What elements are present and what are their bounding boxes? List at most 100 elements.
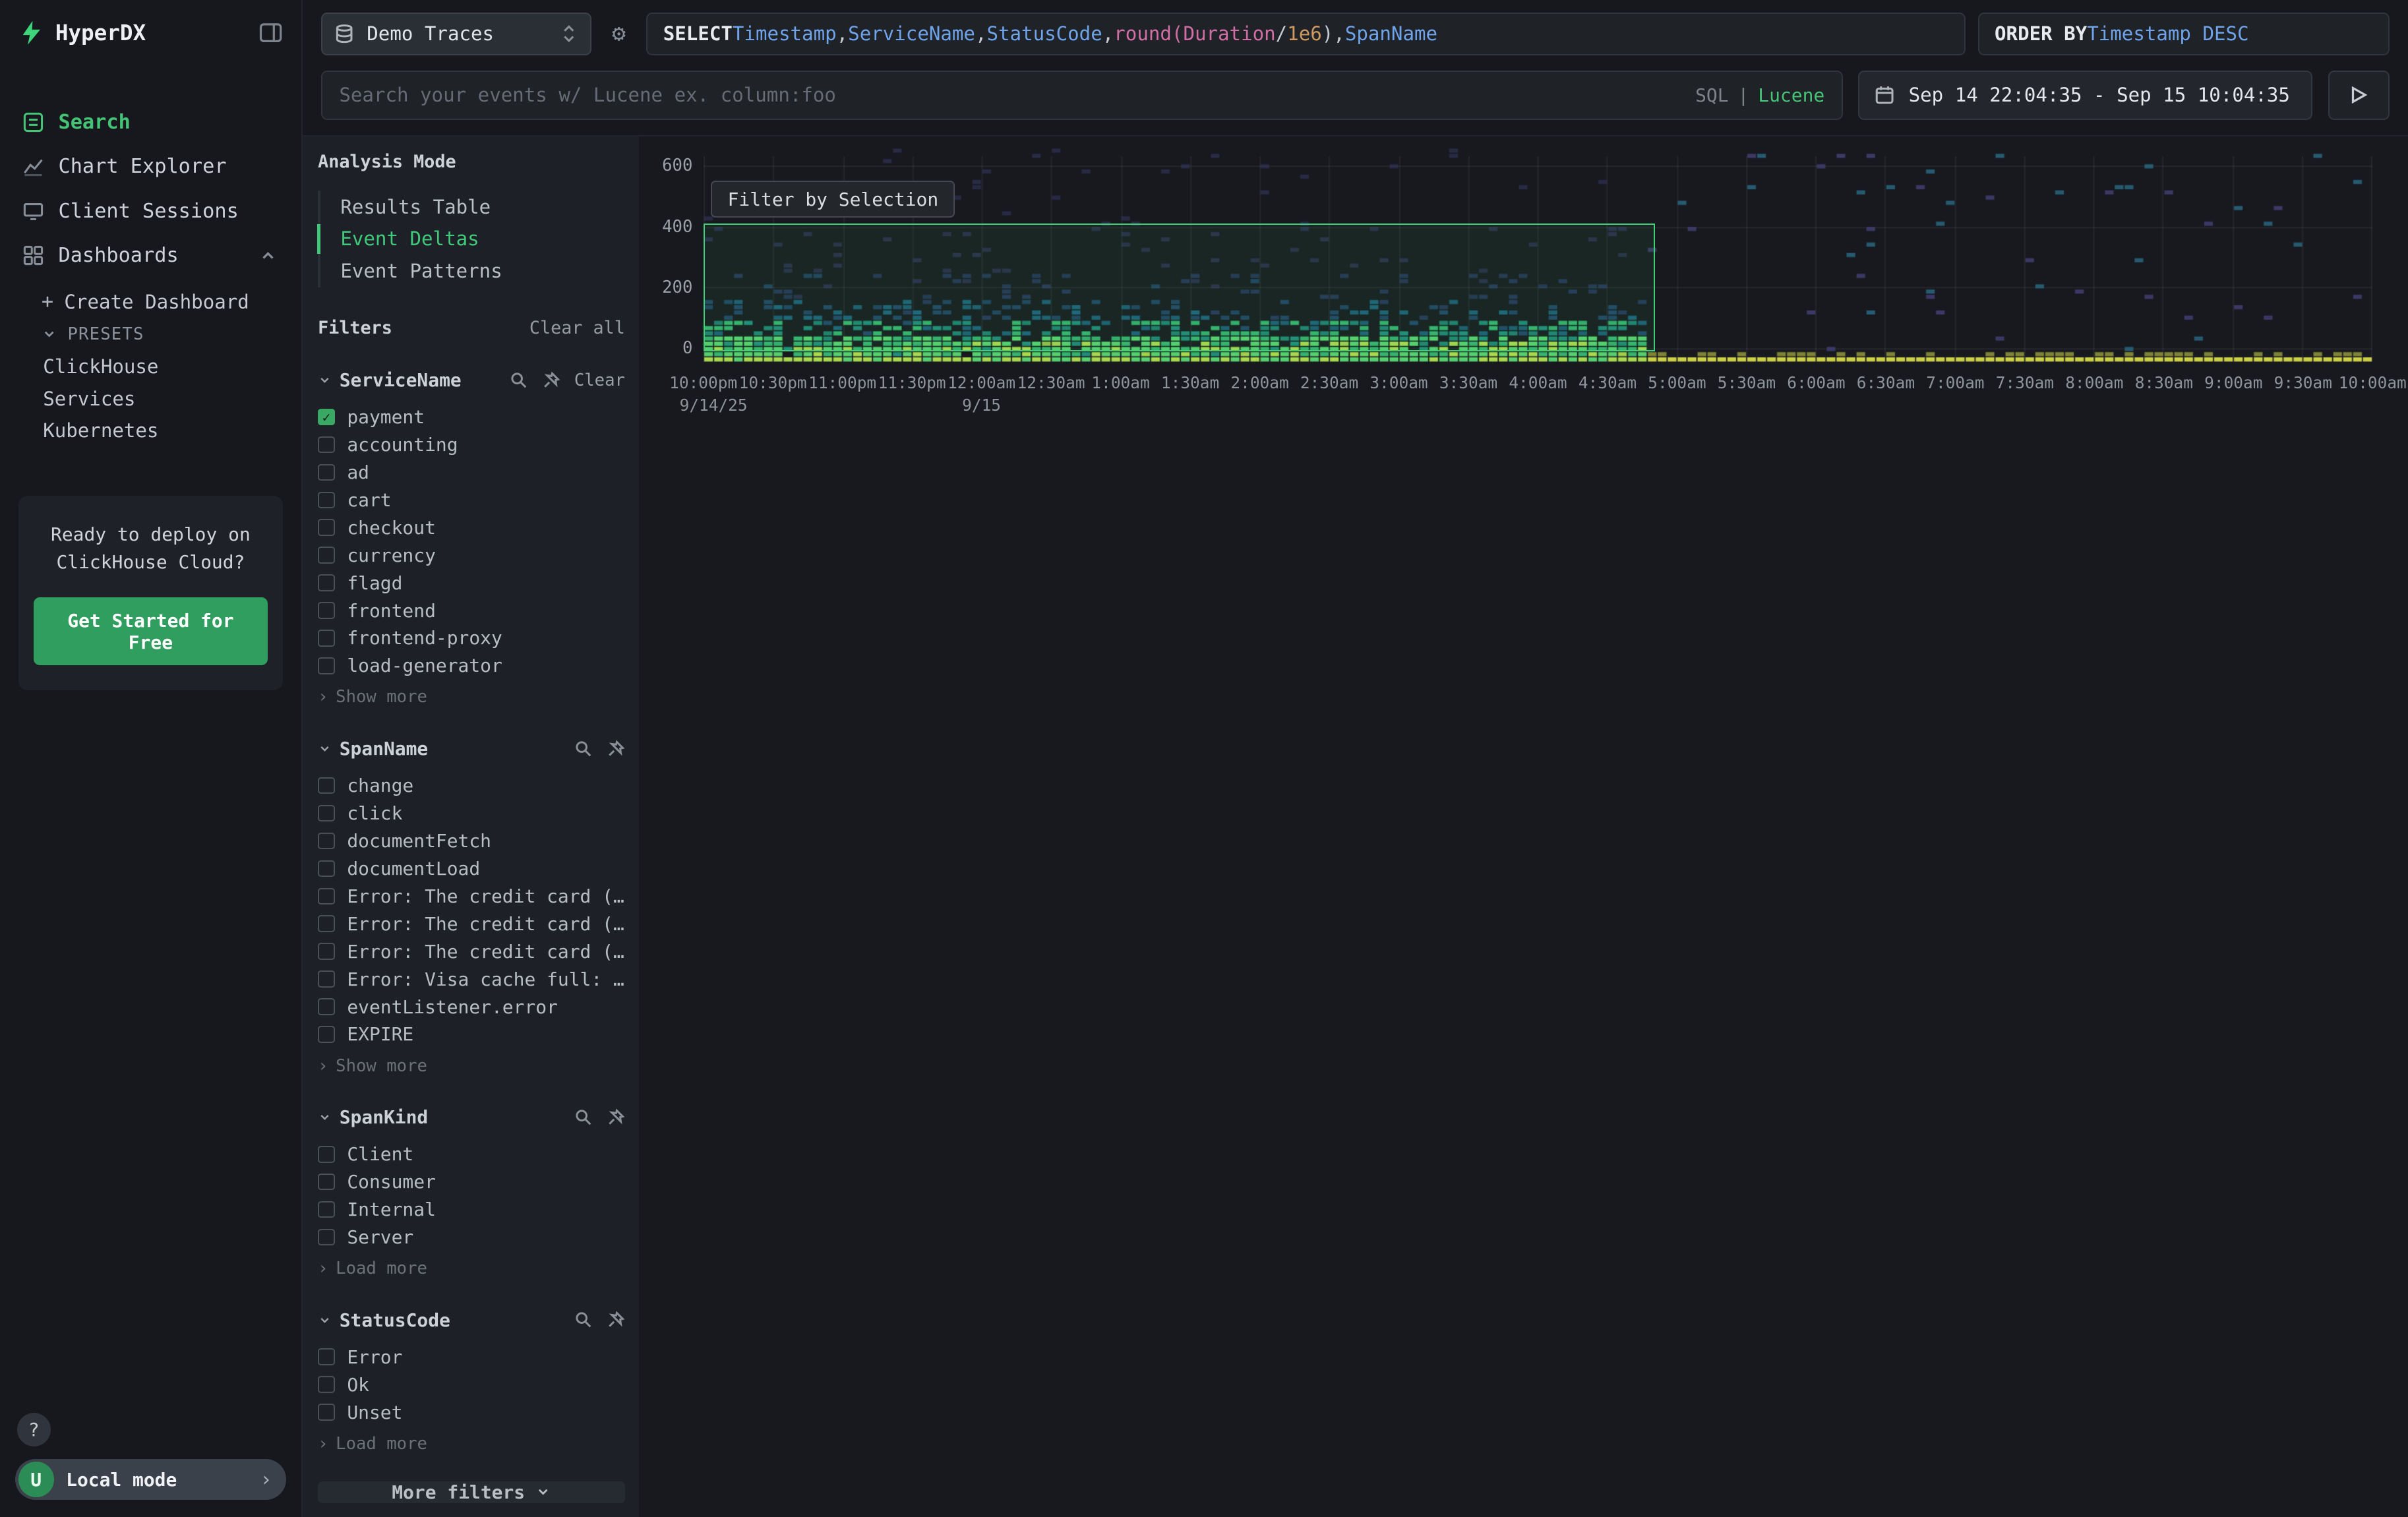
source-select[interactable]: Demo Traces (321, 13, 591, 55)
facet-search-icon[interactable] (574, 740, 593, 758)
source-settings-gear-icon[interactable]: ⚙ (603, 22, 634, 45)
facet-option[interactable]: change (318, 772, 625, 800)
sidebar-item-clickhouse[interactable]: ClickHouse (0, 350, 301, 382)
facet-show-more-link[interactable]: ›Show more (318, 687, 625, 707)
sql-mode-toggle[interactable]: SQL (1695, 84, 1728, 106)
checkbox[interactable] (318, 1348, 335, 1365)
time-range-picker[interactable]: Sep 14 22:04:35 - Sep 15 10:04:35 (1858, 71, 2312, 120)
run-query-button[interactable] (2328, 71, 2390, 120)
sidebar-item-kubernetes[interactable]: Kubernetes (0, 415, 301, 447)
facet-option[interactable]: Error: The credit card (… (318, 882, 625, 910)
sidebar-item-search[interactable]: Search (0, 100, 301, 144)
help-button[interactable]: ? (17, 1413, 51, 1446)
collapse-sidebar-icon[interactable] (258, 20, 283, 45)
facet-search-icon[interactable] (574, 1311, 593, 1329)
facet-option[interactable]: Error: The credit card (… (318, 937, 625, 965)
chart-selection-region[interactable] (704, 223, 1655, 351)
checkbox[interactable] (318, 1201, 335, 1218)
checkbox[interactable] (318, 574, 335, 591)
filter-by-selection-button[interactable]: Filter by Selection (711, 181, 955, 218)
facet-option[interactable]: flagd (318, 569, 625, 597)
facet-search-icon[interactable] (510, 371, 528, 390)
checkbox[interactable] (318, 943, 335, 960)
facet-search-icon[interactable] (574, 1108, 593, 1127)
facet-option[interactable]: Error (318, 1343, 625, 1371)
facet-pin-icon[interactable] (607, 1311, 625, 1329)
facet-option[interactable]: load-generator (318, 652, 625, 680)
facet-option[interactable]: ✓payment (318, 403, 625, 431)
checkbox[interactable] (318, 833, 335, 850)
facet-pin-icon[interactable] (542, 371, 560, 390)
analysis-mode-tab-event-patterns[interactable]: Event Patterns (320, 255, 625, 287)
checkbox[interactable] (318, 860, 335, 877)
facet-option[interactable]: Client (318, 1141, 625, 1168)
order-by-input[interactable]: ORDER BY Timestamp DESC (1978, 13, 2390, 55)
checkbox[interactable] (318, 970, 335, 988)
facet-header[interactable]: StatusCode (318, 1309, 625, 1331)
facet-option[interactable]: Server (318, 1224, 625, 1251)
checkbox[interactable] (318, 492, 335, 509)
facet-option[interactable]: click (318, 800, 625, 827)
sidebar-item-client-sessions[interactable]: Client Sessions (0, 189, 301, 234)
analysis-mode-tab-results-table[interactable]: Results Table (320, 191, 625, 223)
select-clause-input[interactable]: SELECT Timestamp, ServiceName, StatusCod… (646, 13, 1966, 55)
facet-option[interactable]: checkout (318, 514, 625, 541)
facet-option[interactable]: currency (318, 541, 625, 569)
checkbox[interactable] (318, 777, 335, 794)
facet-option[interactable]: Error: The credit card (… (318, 910, 625, 937)
facet-option[interactable]: frontend (318, 597, 625, 624)
facet-header[interactable]: SpanKind (318, 1106, 625, 1128)
sidebar-item-dashboards[interactable]: Dashboards (0, 233, 301, 278)
facet-option[interactable]: frontend-proxy (318, 624, 625, 652)
facet-option[interactable]: Internal (318, 1196, 625, 1224)
sidebar-item-chart-explorer[interactable]: Chart Explorer (0, 144, 301, 189)
facet-show-more-link[interactable]: ›Load more (318, 1259, 625, 1278)
checkbox[interactable] (318, 630, 335, 647)
checkbox[interactable] (318, 602, 335, 619)
facet-clear-link[interactable]: Clear (574, 371, 625, 390)
facet-option[interactable]: Consumer (318, 1168, 625, 1196)
get-started-button[interactable]: Get Started for Free (34, 597, 267, 665)
checkbox[interactable] (318, 436, 335, 454)
facet-option[interactable]: Ok (318, 1371, 625, 1398)
checkbox[interactable] (318, 1376, 335, 1393)
facet-pin-icon[interactable] (607, 1108, 625, 1127)
facet-pin-icon[interactable] (607, 740, 625, 758)
checkbox[interactable] (318, 547, 335, 564)
clear-all-filters-link[interactable]: Clear all (529, 318, 625, 338)
checkbox[interactable] (318, 1229, 335, 1246)
facet-show-more-link[interactable]: ›Load more (318, 1434, 625, 1454)
checkbox[interactable] (318, 1146, 335, 1163)
facet-option[interactable]: documentLoad (318, 854, 625, 882)
facet-option[interactable]: EXPIRE (318, 1021, 625, 1048)
facet-option[interactable]: eventListener.error (318, 993, 625, 1021)
search-input[interactable]: Search your events w/ Lucene ex. column:… (321, 71, 1843, 120)
checkbox-checked[interactable]: ✓ (318, 409, 335, 426)
presets-toggle[interactable]: PRESETS (0, 318, 301, 350)
lucene-mode-toggle[interactable]: Lucene (1758, 84, 1824, 106)
checkbox[interactable] (318, 464, 335, 481)
checkbox[interactable] (318, 888, 335, 905)
facet-option[interactable]: documentFetch (318, 827, 625, 855)
checkbox[interactable] (318, 915, 335, 932)
facet-show-more-link[interactable]: ›Show more (318, 1056, 625, 1076)
analysis-mode-tab-event-deltas[interactable]: Event Deltas (320, 223, 625, 255)
more-filters-button[interactable]: More filters (318, 1481, 625, 1503)
checkbox[interactable] (318, 519, 335, 536)
event-deltas-heatmap[interactable]: Filter by Selection 0200400600 10:00pm10… (704, 147, 2373, 362)
facet-header[interactable]: SpanName (318, 738, 625, 759)
checkbox[interactable] (318, 1404, 335, 1421)
facet-option[interactable]: Unset (318, 1398, 625, 1426)
checkbox[interactable] (318, 805, 335, 822)
checkbox[interactable] (318, 657, 335, 674)
checkbox[interactable] (318, 998, 335, 1015)
create-dashboard-button[interactable]: + Create Dashboard (0, 285, 301, 318)
facet-option[interactable]: Error: Visa cache full: … (318, 965, 625, 993)
facet-option[interactable]: ad (318, 458, 625, 486)
checkbox[interactable] (318, 1174, 335, 1191)
facet-option[interactable]: cart (318, 486, 625, 514)
user-menu[interactable]: U Local mode › (15, 1459, 286, 1501)
sidebar-item-services[interactable]: Services (0, 382, 301, 415)
facet-header[interactable]: ServiceNameClear (318, 369, 625, 391)
facet-option[interactable]: accounting (318, 431, 625, 459)
